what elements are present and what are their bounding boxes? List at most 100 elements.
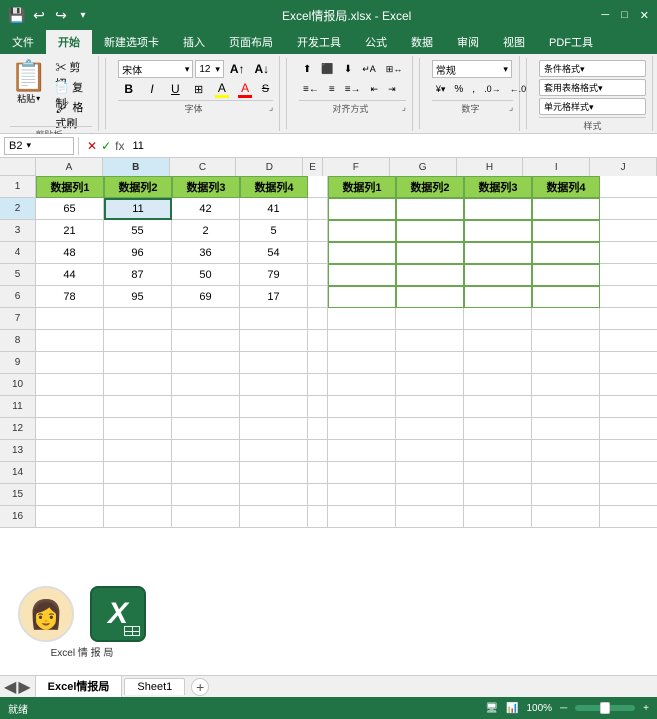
list-item[interactable]	[328, 264, 396, 286]
tab-excel-jibuju[interactable]: Excel情报局	[35, 675, 123, 698]
list-item[interactable]: 42	[172, 198, 240, 220]
list-item[interactable]: 数据列2	[396, 176, 464, 198]
list-item[interactable]	[396, 462, 464, 484]
list-item[interactable]	[104, 330, 172, 352]
list-item[interactable]	[532, 484, 600, 506]
list-item[interactable]	[600, 286, 657, 308]
list-item[interactable]	[308, 242, 328, 264]
list-item[interactable]	[396, 440, 464, 462]
list-item[interactable]	[532, 242, 600, 264]
list-item[interactable]	[396, 352, 464, 374]
tab-home[interactable]: 开始	[46, 30, 92, 54]
cell-style-button[interactable]: 单元格样式▾	[539, 98, 646, 115]
align-bottom-button[interactable]: ⬇	[340, 60, 356, 78]
row-number[interactable]: 11	[0, 396, 36, 418]
list-item[interactable]: 5	[240, 220, 308, 242]
list-item[interactable]	[328, 286, 396, 308]
list-item[interactable]: 65	[36, 198, 104, 220]
list-item[interactable]	[600, 374, 657, 396]
list-item[interactable]	[308, 198, 328, 220]
tab-review[interactable]: 审阅	[445, 30, 491, 54]
list-item[interactable]: 78	[36, 286, 104, 308]
fill-color-button[interactable]: A	[211, 80, 232, 98]
list-item[interactable]	[172, 462, 240, 484]
accounting-button[interactable]: ¥▾	[432, 80, 450, 98]
list-item[interactable]	[464, 308, 532, 330]
save-icon[interactable]: 💾	[8, 6, 26, 24]
thousands-button[interactable]: ,	[468, 80, 479, 98]
list-item[interactable]	[396, 308, 464, 330]
undo-icon[interactable]: ↩	[30, 6, 48, 24]
list-item[interactable]	[464, 198, 532, 220]
col-header-J[interactable]: J	[590, 158, 657, 176]
list-item[interactable]	[172, 308, 240, 330]
tab-pdf[interactable]: PDF工具	[537, 30, 605, 54]
list-item[interactable]	[36, 374, 104, 396]
list-item[interactable]	[328, 352, 396, 374]
increase-decimal-button[interactable]: .0→	[480, 80, 505, 98]
list-item[interactable]	[36, 440, 104, 462]
list-item[interactable]	[308, 462, 328, 484]
list-item[interactable]: 数据列2	[104, 176, 172, 198]
list-item[interactable]	[600, 462, 657, 484]
row-number[interactable]: 10	[0, 374, 36, 396]
list-item[interactable]	[104, 484, 172, 506]
list-item[interactable]	[36, 352, 104, 374]
list-item[interactable]	[600, 264, 657, 286]
list-item[interactable]	[240, 418, 308, 440]
number-format-select[interactable]: 常规 ▾	[432, 60, 512, 78]
align-left-button[interactable]: ≡←	[299, 80, 323, 98]
tab-formula[interactable]: 公式	[353, 30, 399, 54]
font-color-button[interactable]: A	[235, 80, 256, 98]
list-item[interactable]	[600, 308, 657, 330]
list-item[interactable]	[328, 242, 396, 264]
list-item[interactable]	[328, 396, 396, 418]
row-number[interactable]: 8	[0, 330, 36, 352]
list-item[interactable]	[308, 264, 328, 286]
row-number[interactable]: 6	[0, 286, 36, 308]
list-item[interactable]	[104, 462, 172, 484]
list-item[interactable]: 36	[172, 242, 240, 264]
percent-button[interactable]: %	[450, 80, 467, 98]
list-item[interactable]	[36, 506, 104, 528]
list-item[interactable]	[36, 484, 104, 506]
list-item[interactable]	[600, 440, 657, 462]
list-item[interactable]	[464, 506, 532, 528]
paste-button[interactable]: 📋 粘贴 ▾	[10, 62, 47, 105]
underline-button[interactable]: U	[165, 80, 186, 98]
list-item[interactable]	[532, 286, 600, 308]
wrap-text-button[interactable]: ↵A	[358, 60, 380, 78]
list-item[interactable]	[308, 506, 328, 528]
increase-font-button[interactable]: A↑	[226, 60, 249, 78]
list-item[interactable]	[308, 308, 328, 330]
list-item[interactable]	[396, 286, 464, 308]
list-item[interactable]	[532, 374, 600, 396]
list-item[interactable]	[328, 506, 396, 528]
list-item[interactable]	[532, 198, 600, 220]
col-header-G[interactable]: G	[390, 158, 457, 176]
list-item[interactable]	[104, 506, 172, 528]
list-item[interactable]	[240, 330, 308, 352]
list-item[interactable]	[328, 418, 396, 440]
list-item[interactable]	[532, 440, 600, 462]
add-sheet-button[interactable]: +	[191, 678, 209, 696]
row-number[interactable]: 14	[0, 462, 36, 484]
list-item[interactable]	[600, 242, 657, 264]
indent-decrease-button[interactable]: ⇤	[367, 80, 383, 98]
tab-sheet1[interactable]: Sheet1	[124, 678, 185, 695]
table-style-button[interactable]: 套用表格格式▾	[539, 79, 646, 96]
list-item[interactable]	[464, 462, 532, 484]
list-item[interactable]	[172, 330, 240, 352]
list-item[interactable]	[532, 330, 600, 352]
list-item[interactable]	[104, 352, 172, 374]
list-item[interactable]	[328, 484, 396, 506]
list-item[interactable]	[532, 418, 600, 440]
list-item[interactable]	[396, 264, 464, 286]
indent-increase-button[interactable]: ⇥	[384, 80, 400, 98]
list-item[interactable]: 11	[104, 198, 172, 220]
list-item[interactable]	[308, 352, 328, 374]
list-item[interactable]: 41	[240, 198, 308, 220]
list-item[interactable]: 69	[172, 286, 240, 308]
zoom-level[interactable]: 100%	[526, 703, 552, 714]
row-number[interactable]: 12	[0, 418, 36, 440]
